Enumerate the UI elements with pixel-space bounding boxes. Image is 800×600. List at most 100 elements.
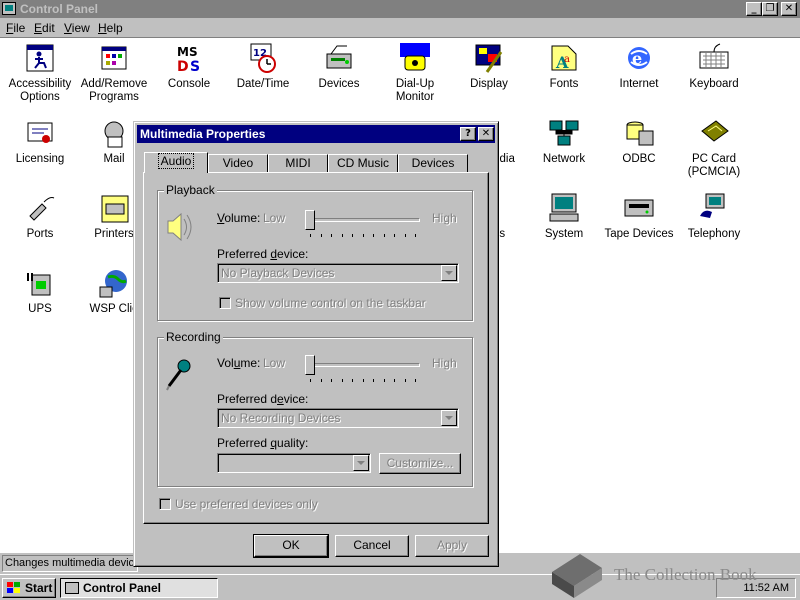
- item-label: Network: [542, 153, 586, 165]
- item-label: Telephony: [687, 228, 741, 240]
- tick-mark: [352, 234, 353, 237]
- item-dial-up-monitor[interactable]: Dial-Up Monitor: [377, 42, 453, 104]
- item-label: Monitor: [395, 91, 435, 103]
- taskbar-control-panel-button[interactable]: Control Panel: [60, 578, 218, 598]
- tick-mark: [383, 234, 385, 237]
- tick-mark: [404, 379, 406, 382]
- tab-cd-music[interactable]: CD Music: [328, 154, 398, 172]
- playback-volume-slider[interactable]: [305, 210, 315, 230]
- recording-volume-track[interactable]: [305, 363, 420, 367]
- menu-view[interactable]: View: [64, 21, 90, 35]
- apply-button[interactable]: Apply: [415, 535, 489, 557]
- item-label: (PCMCIA): [687, 166, 741, 178]
- tick-mark: [394, 379, 395, 382]
- tick-mark: [320, 379, 322, 382]
- tick-mark: [394, 234, 395, 237]
- item-label: Devices: [318, 78, 360, 90]
- item-licensing[interactable]: Licensing: [2, 117, 78, 166]
- menu-help[interactable]: Help: [98, 21, 123, 35]
- recording-device-label: Preferred device:: [217, 392, 309, 406]
- item-fonts[interactable]: Aa Fonts: [526, 42, 602, 91]
- ups-icon: [24, 267, 56, 299]
- menu-edit[interactable]: Edit: [34, 21, 55, 35]
- item-ports[interactable]: Ports: [2, 192, 78, 241]
- item-label: Display: [470, 78, 508, 90]
- item-system[interactable]: System: [526, 192, 602, 241]
- item-display[interactable]: Display: [451, 42, 527, 91]
- ok-button[interactable]: OK: [253, 534, 329, 558]
- network-icon: [548, 117, 580, 149]
- fonts-icon: Aa: [548, 42, 580, 74]
- tick-mark: [331, 379, 332, 382]
- devices-icon: [323, 42, 355, 74]
- svg-text:MS: MS: [177, 45, 198, 59]
- show-volume-control-checkbox[interactable]: [219, 297, 231, 309]
- item-label: PC Card: [691, 153, 737, 165]
- item-label: Add/Remove: [80, 78, 148, 90]
- tab-midi[interactable]: MIDI: [268, 154, 328, 172]
- item-devices[interactable]: Devices: [301, 42, 377, 91]
- item-label: Licensing: [15, 153, 65, 165]
- help-button[interactable]: ?: [460, 127, 476, 141]
- item-ups[interactable]: UPS: [2, 267, 78, 316]
- item-network[interactable]: Network: [526, 117, 602, 166]
- recording-volume-slider[interactable]: [305, 355, 315, 375]
- minimize-button[interactable]: _: [746, 2, 762, 16]
- printers-icon: [98, 192, 130, 224]
- chevron-down-icon[interactable]: [353, 455, 369, 471]
- item-label: Programs: [89, 91, 139, 103]
- tab-devices[interactable]: Devices: [398, 154, 468, 172]
- recording-volume-ticks: [310, 379, 416, 385]
- speaker-icon: [164, 209, 192, 245]
- playback-volume-track[interactable]: [305, 218, 420, 222]
- recording-legend: Recording: [164, 330, 223, 344]
- item-keyboard[interactable]: Keyboard: [676, 42, 752, 91]
- date-time-icon: 12: [247, 42, 279, 74]
- recording-high-label: High: [432, 356, 457, 370]
- item-accessibility-options[interactable]: Accessibility Options: [2, 42, 78, 104]
- chevron-down-icon[interactable]: [441, 410, 457, 426]
- item-date-time[interactable]: 12 Date/Time: [225, 42, 301, 91]
- item-label: Accessibility: [8, 78, 72, 90]
- item-console[interactable]: MS D S Console: [151, 42, 227, 91]
- tick-mark: [362, 234, 364, 237]
- item-label: Keyboard: [689, 78, 739, 90]
- playback-device-select[interactable]: No Playback Devices: [217, 263, 459, 283]
- recording-quality-select[interactable]: [217, 453, 371, 473]
- item-internet[interactable]: e Internet: [601, 42, 677, 91]
- tick-mark: [320, 234, 322, 237]
- tab-video[interactable]: Video: [208, 154, 268, 172]
- close-button[interactable]: ✕: [781, 2, 797, 16]
- playback-group: Playback Volume: Low High Preferred devi…: [157, 183, 473, 321]
- item-odbc[interactable]: ODBC: [601, 117, 677, 166]
- menu-file[interactable]: File: [6, 21, 25, 35]
- tab-strip: Audio Video MIDI CD Music Devices: [144, 152, 484, 174]
- tick-mark: [383, 379, 385, 382]
- display-icon: [473, 42, 505, 74]
- item-add-remove-programs[interactable]: Add/Remove Programs: [76, 42, 152, 104]
- dialup-monitor-icon: [399, 42, 431, 74]
- dialog-close-button[interactable]: ✕: [478, 127, 494, 141]
- item-tape-devices[interactable]: Tape Devices: [601, 192, 677, 241]
- tab-audio[interactable]: Audio: [144, 152, 208, 173]
- accessibility-icon: [24, 42, 56, 74]
- tick-mark: [415, 234, 416, 237]
- recording-device-select[interactable]: No Recording Devices: [217, 408, 459, 428]
- dialog-titlebar[interactable]: Multimedia Properties ? ✕: [137, 125, 495, 143]
- customize-button[interactable]: Customize...: [379, 453, 461, 474]
- item-telephony[interactable]: Telephony: [676, 192, 752, 241]
- mail-icon: [98, 117, 130, 149]
- restore-button[interactable]: ❐: [762, 2, 778, 16]
- menu-bar: File Edit View Help: [0, 19, 800, 37]
- start-button[interactable]: Start: [2, 578, 56, 598]
- item-pc-card[interactable]: PC Card (PCMCIA): [676, 117, 752, 179]
- cancel-button[interactable]: Cancel: [335, 535, 409, 557]
- tick-mark: [331, 234, 332, 237]
- odbc-icon: [623, 117, 655, 149]
- item-label: Internet: [619, 78, 659, 90]
- chevron-down-icon[interactable]: [441, 265, 457, 281]
- use-preferred-devices-checkbox[interactable]: [159, 498, 171, 510]
- window-titlebar[interactable]: Control Panel _ ❐ ✕: [0, 0, 800, 18]
- item-label: Ports: [26, 228, 54, 240]
- control-panel-icon[interactable]: [2, 2, 16, 15]
